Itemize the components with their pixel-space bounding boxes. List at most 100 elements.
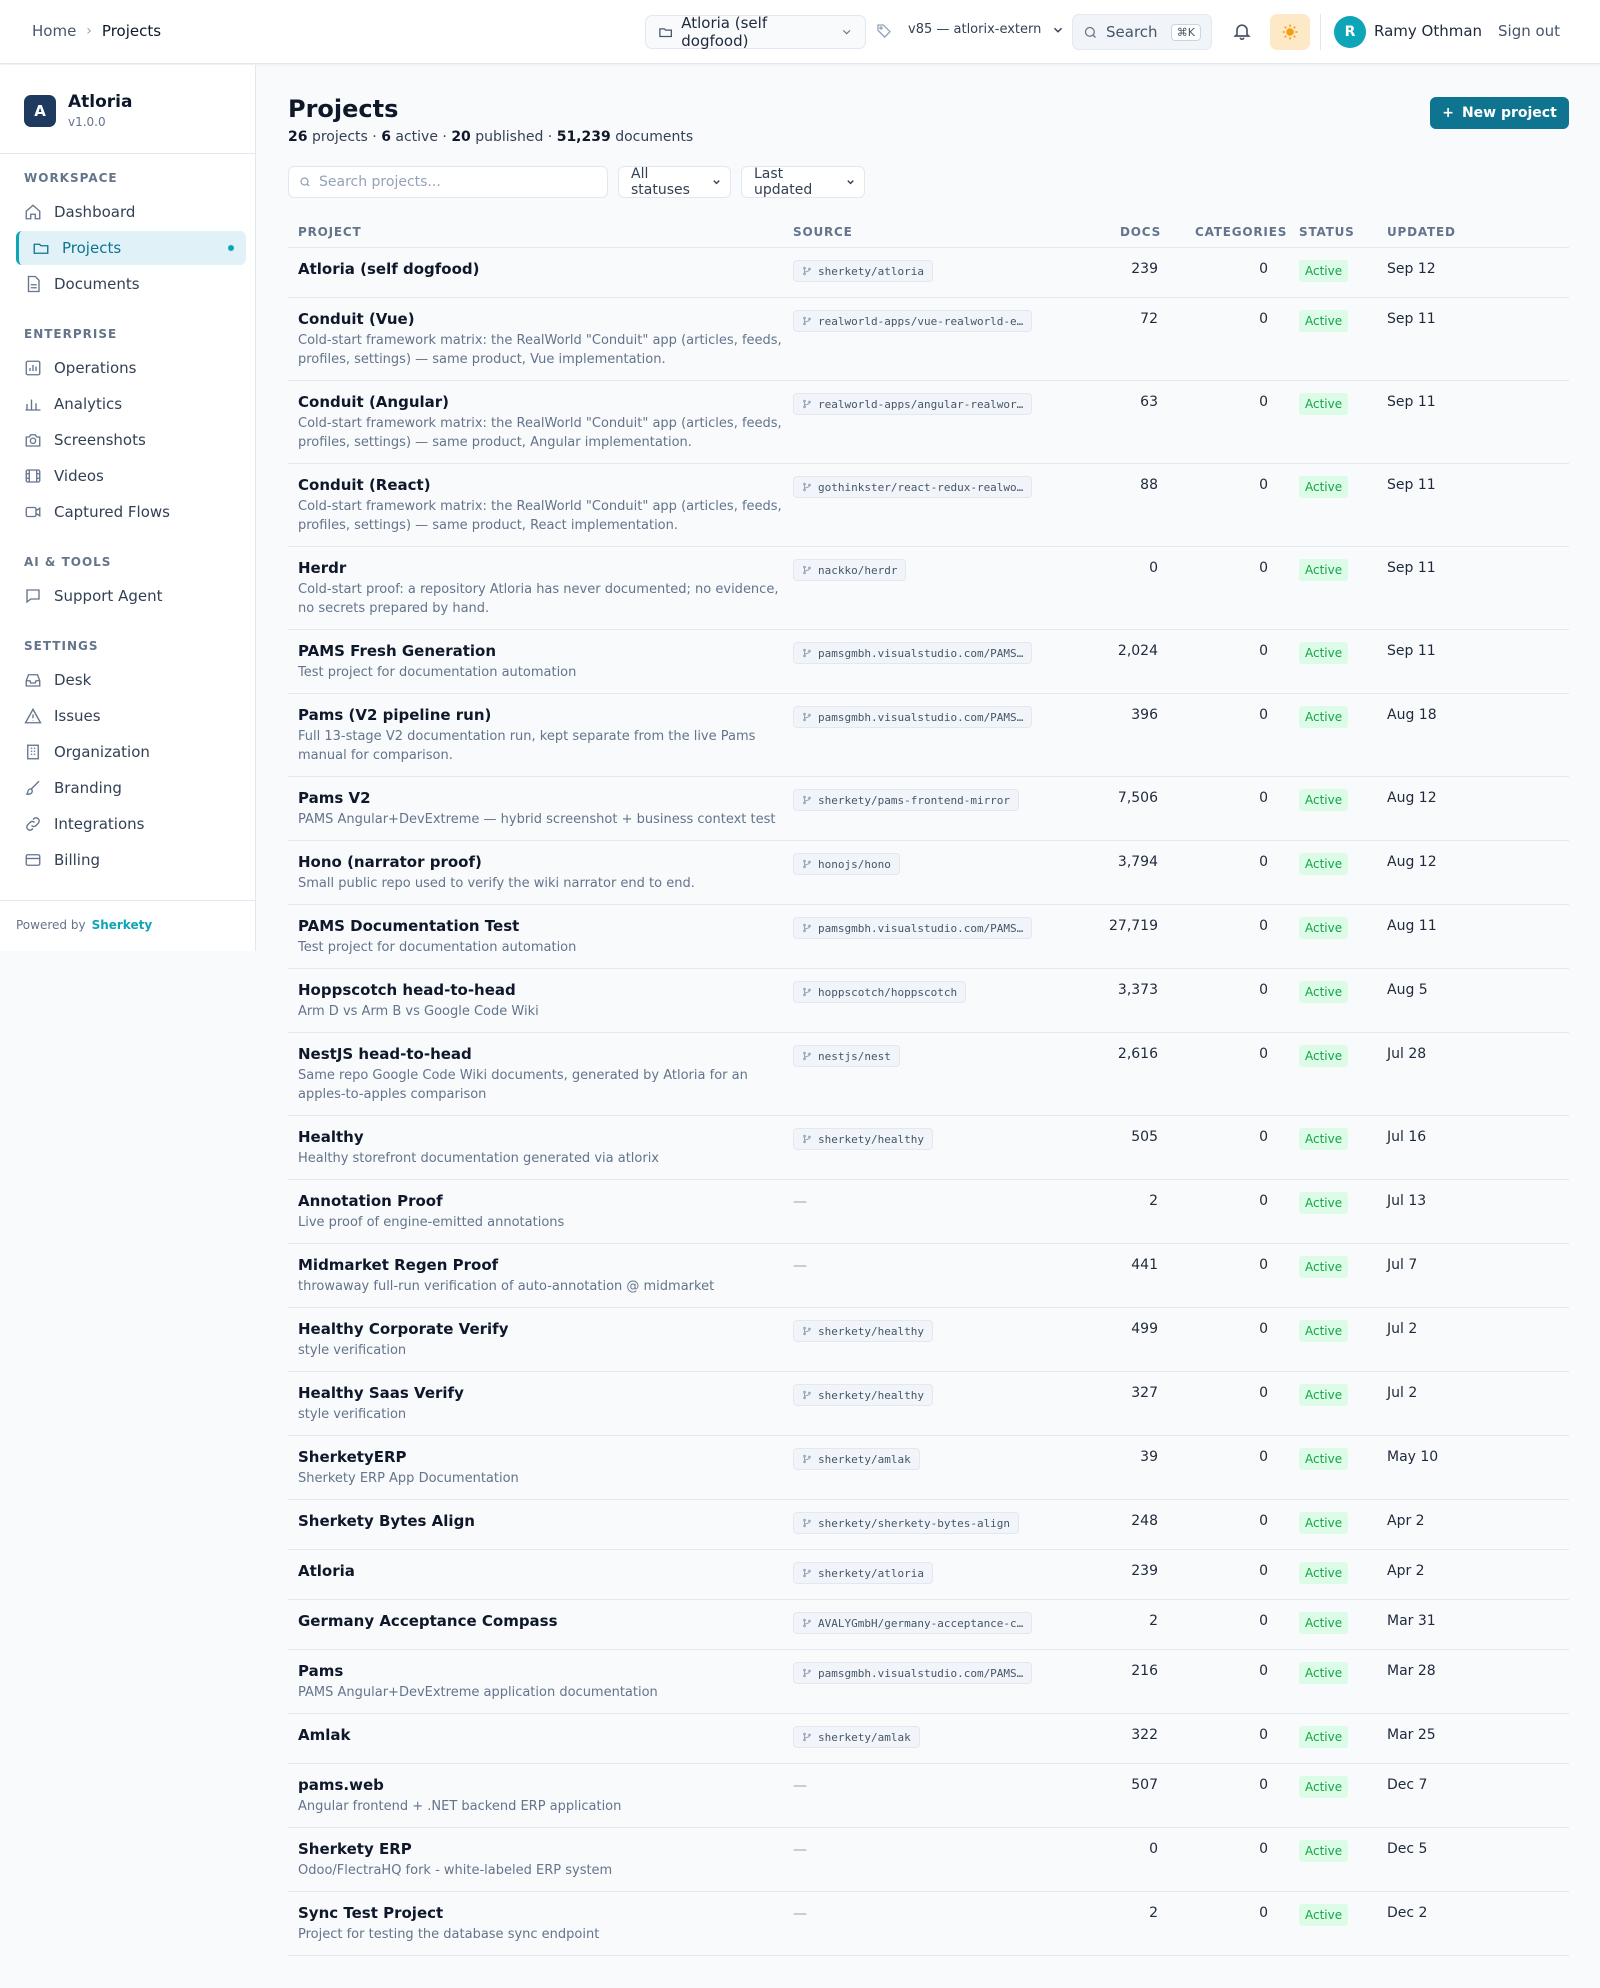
project-selector[interactable]: Atloria (self dogfood) — [645, 14, 866, 50]
table-row[interactable]: Hono (narrator proof) Small public repo u… — [288, 841, 1569, 905]
sidebar-item-videos[interactable]: Videos — [16, 459, 246, 493]
project-name[interactable]: Herdr — [298, 559, 788, 577]
search-input[interactable] — [319, 174, 589, 190]
project-name[interactable]: Hoppscotch head-to-head — [298, 981, 788, 999]
bell-icon[interactable] — [1232, 21, 1252, 41]
table-row[interactable]: Healthy Saas Verify style verification she… — [288, 1372, 1569, 1436]
table-row[interactable]: Sync Test Project Project for testing the… — [288, 1892, 1569, 1956]
source-chip[interactable]: sherkety/amlak — [793, 1448, 920, 1470]
avatar[interactable]: R — [1334, 16, 1366, 48]
source-chip[interactable]: sherkety/sherkety-bytes-align — [793, 1512, 1020, 1534]
project-name[interactable]: Pams V2 — [298, 789, 788, 807]
table-row[interactable]: Annotation Proof Live proof of engine-emi… — [288, 1180, 1569, 1244]
column-header-categories[interactable]: CATEGORIES — [1195, 225, 1287, 239]
table-row[interactable]: Amlak sherkety/amlak 322 0 Active Mar 25 — [288, 1714, 1569, 1764]
breadcrumb-home[interactable]: Home — [32, 22, 76, 40]
column-header-project[interactable]: PROJECT — [298, 225, 362, 239]
project-name[interactable]: Sherkety ERP — [298, 1840, 788, 1858]
source-chip[interactable]: sherkety/pams-frontend-mirror — [793, 789, 1020, 811]
table-row[interactable]: Pams PAMS Angular+DevExtreme application … — [288, 1650, 1569, 1714]
project-name[interactable]: PAMS Documentation Test — [298, 917, 788, 935]
table-row[interactable]: Sherkety ERP Odoo/FlectraHQ fork - white-… — [288, 1828, 1569, 1892]
project-name[interactable]: Pams — [298, 1662, 788, 1680]
status-filter-select[interactable]: All statuses — [618, 166, 731, 198]
table-row[interactable]: Pams V2 PAMS Angular+DevExtreme — hybrid … — [288, 777, 1569, 841]
source-chip[interactable]: sherkety/healthy — [793, 1320, 933, 1342]
project-name[interactable]: Pams (V2 pipeline run) — [298, 706, 788, 724]
table-row[interactable]: Conduit (Angular) Cold-start framework ma… — [288, 381, 1569, 464]
table-row[interactable]: Sherkety Bytes Align sherkety/sherkety-by… — [288, 1500, 1569, 1550]
project-name[interactable]: SherketyERP — [298, 1448, 788, 1466]
sidebar-item-projects[interactable]: Projects — [16, 231, 246, 265]
source-chip[interactable]: sherkety/healthy — [793, 1128, 933, 1150]
table-row[interactable]: PAMS Fresh Generation Test project for do… — [288, 630, 1569, 694]
project-name[interactable]: Conduit (Angular) — [298, 393, 788, 411]
column-header-updated[interactable]: UPDATED — [1387, 225, 1456, 239]
source-chip[interactable]: pamsgmbh.visualstudio.com/PAMS… — [793, 642, 1033, 664]
project-name[interactable]: Annotation Proof — [298, 1192, 788, 1210]
project-name[interactable]: Amlak — [298, 1726, 788, 1744]
column-header-source[interactable]: SOURCE — [793, 225, 853, 239]
sidebar-item-dashboard[interactable]: Dashboard — [16, 195, 246, 229]
sidebar-item-captured-flows[interactable]: Captured Flows — [16, 495, 246, 529]
project-name[interactable]: Conduit (React) — [298, 476, 788, 494]
project-name[interactable]: NestJS head-to-head — [298, 1045, 788, 1063]
project-name[interactable]: Conduit (Vue) — [298, 310, 788, 328]
table-row[interactable]: Atloria (self dogfood) sherkety/atloria 23… — [288, 248, 1569, 298]
table-row[interactable]: NestJS head-to-head Same repo Google Code… — [288, 1033, 1569, 1116]
sidebar-item-analytics[interactable]: Analytics — [16, 387, 246, 421]
column-header-status[interactable]: STATUS — [1299, 225, 1355, 239]
source-chip[interactable]: sherkety/amlak — [793, 1726, 920, 1748]
sidebar-item-operations[interactable]: Operations — [16, 351, 246, 385]
source-chip[interactable]: nackko/herdr — [793, 559, 907, 581]
sidebar-item-billing[interactable]: Billing — [16, 843, 246, 877]
table-row[interactable]: SherketyERP Sherkety ERP App Documentatio… — [288, 1436, 1569, 1500]
sidebar-item-branding[interactable]: Branding — [16, 771, 246, 805]
project-name[interactable]: Sherkety Bytes Align — [298, 1512, 788, 1530]
global-search-button[interactable]: Search ⌘K — [1072, 14, 1212, 50]
sidebar-item-integrations[interactable]: Integrations — [16, 807, 246, 841]
source-chip[interactable]: pamsgmbh.visualstudio.com/PAMS… — [793, 706, 1033, 728]
sidebar-item-organization[interactable]: Organization — [16, 735, 246, 769]
source-chip[interactable]: hoppscotch/hoppscotch — [793, 981, 967, 1003]
source-chip[interactable]: nestjs/nest — [793, 1045, 900, 1067]
sidebar-item-support-agent[interactable]: Support Agent — [16, 579, 246, 613]
source-chip[interactable]: sherkety/atloria — [793, 1562, 933, 1584]
table-row[interactable]: Conduit (React) Cold-start framework matr… — [288, 464, 1569, 547]
sidebar-item-issues[interactable]: Issues — [16, 699, 246, 733]
source-chip[interactable]: AVALYGmbH/germany-acceptance-c… — [793, 1612, 1033, 1634]
new-project-button[interactable]: + New project — [1430, 97, 1569, 129]
brand[interactable]: A Atloria v1.0.0 — [24, 92, 132, 129]
table-row[interactable]: Germany Acceptance Compass AVALYGmbH/germ… — [288, 1600, 1569, 1650]
sidebar-item-desk[interactable]: Desk — [16, 663, 246, 697]
table-row[interactable]: Conduit (Vue) Cold-start framework matrix… — [288, 298, 1569, 381]
sign-out-button[interactable]: Sign out — [1498, 22, 1560, 40]
project-name[interactable]: pams.web — [298, 1776, 788, 1794]
project-name[interactable]: Atloria — [298, 1562, 788, 1580]
sort-select[interactable]: Last updated — [741, 166, 865, 198]
table-row[interactable]: pams.web Angular frontend + .NET backend … — [288, 1764, 1569, 1828]
table-row[interactable]: Hoppscotch head-to-head Arm D vs Arm B vs… — [288, 969, 1569, 1033]
sidebar-item-documents[interactable]: Documents — [16, 267, 246, 301]
source-chip[interactable]: pamsgmbh.visualstudio.com/PAMS… — [793, 1662, 1033, 1684]
project-name[interactable]: Healthy — [298, 1128, 788, 1146]
project-name[interactable]: PAMS Fresh Generation — [298, 642, 788, 660]
project-name[interactable]: Healthy Corporate Verify — [298, 1320, 788, 1338]
project-name[interactable]: Healthy Saas Verify — [298, 1384, 788, 1402]
column-header-docs[interactable]: DOCS — [1120, 225, 1161, 239]
source-chip[interactable]: sherkety/atloria — [793, 260, 933, 282]
table-row[interactable]: Atloria sherkety/atloria 239 0 Active Apr 2 — [288, 1550, 1569, 1600]
project-name[interactable]: Midmarket Regen Proof — [298, 1256, 788, 1274]
source-chip[interactable]: realworld-apps/angular-realwor… — [793, 393, 1033, 415]
project-name[interactable]: Hono (narrator proof) — [298, 853, 788, 871]
user-name[interactable]: Ramy Othman — [1374, 22, 1482, 40]
source-chip[interactable]: pamsgmbh.visualstudio.com/PAMS… — [793, 917, 1033, 939]
source-chip[interactable]: honojs/hono — [793, 853, 900, 875]
project-name[interactable]: Sync Test Project — [298, 1904, 788, 1922]
version-selector[interactable]: v85 — atlorix-extern — [908, 22, 1065, 37]
table-row[interactable]: Midmarket Regen Proof throwaway full-run … — [288, 1244, 1569, 1308]
source-chip[interactable]: realworld-apps/vue-realworld-e… — [793, 310, 1033, 332]
table-row[interactable]: Healthy Corporate Verify style verificati… — [288, 1308, 1569, 1372]
sidebar-item-screenshots[interactable]: Screenshots — [16, 423, 246, 457]
project-name[interactable]: Atloria (self dogfood) — [298, 260, 788, 278]
